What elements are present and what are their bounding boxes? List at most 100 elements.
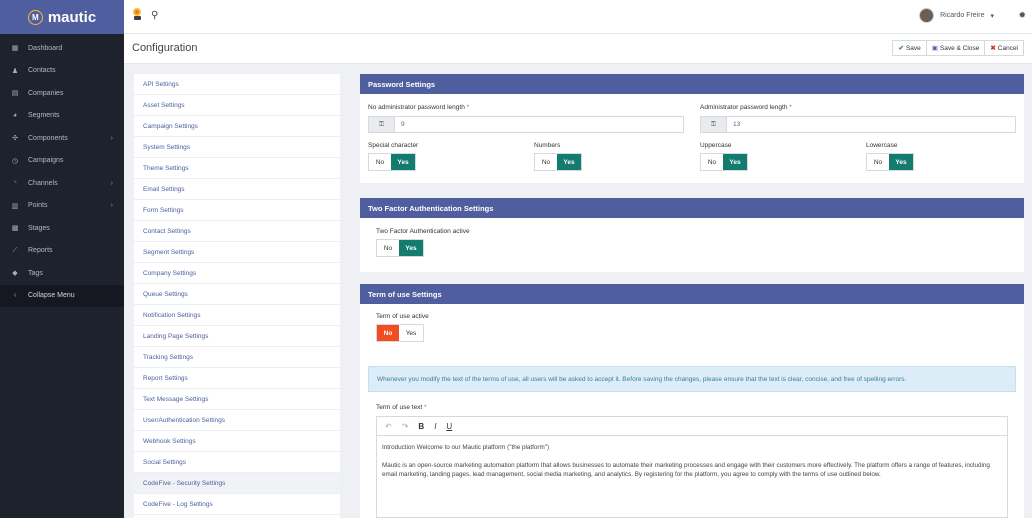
undo-icon[interactable]: ↶ [385,422,392,431]
italic-button[interactable]: I [434,422,436,431]
toggle-no[interactable]: No [535,154,557,170]
settings-list-item[interactable]: Report Settings [134,368,340,389]
settings-list-item[interactable]: Asset Settings [134,95,340,116]
topbar: ⚲ Ricardo Freire ▾ ✹ [124,0,1032,34]
key-icon: ⚿ [369,117,395,132]
save-close-button[interactable]: ▣ Save & Close [925,40,986,56]
settings-list-item[interactable]: Queue Settings [134,284,340,305]
settings-list-item[interactable]: Landing Page Settings [134,326,340,347]
two-factor-toggle[interactable]: No Yes [376,239,424,257]
settings-list-item[interactable]: CodeFive - Security Settings [134,473,340,494]
brand-name: mautic [47,8,97,26]
no-admin-length-label: No administrator password length * [368,104,469,111]
save-close-label: Save & Close [939,44,980,52]
settings-list-item[interactable]: API Settings [134,74,340,95]
settings-list-item[interactable]: Webhook Settings [134,431,340,452]
check-icon: ✔ [898,45,904,52]
close-icon: ✖ [990,45,996,52]
save-button[interactable]: ✔ Save [892,40,927,56]
user-icon: ♟ [11,67,19,75]
toggle-no[interactable]: No [369,154,391,170]
toggle-no[interactable]: No [701,154,723,170]
toggle-yes[interactable]: Yes [399,240,423,256]
settings-list-item[interactable]: User/Authentication Settings [134,410,340,431]
notification-bell-icon[interactable] [133,8,143,20]
settings-list-item[interactable]: Contact Settings [134,221,340,242]
settings-list-item[interactable]: Segment Settings [134,242,340,263]
sidebar-item-label: Dashboard [28,44,63,52]
toggle-yes[interactable]: Yes [399,325,423,341]
terms-heading: Term of use Settings [360,284,1024,304]
terms-active-label: Term of use active [376,313,429,320]
password-toggle-label: Uppercase [700,142,732,149]
settings-list-item[interactable]: CodeFive - Log Settings [134,494,340,515]
password-settings-heading: Password Settings [360,74,1024,94]
tag-icon: ◆ [12,270,18,278]
sidebar-item-stages[interactable]: ▩ Stages [0,217,124,240]
chevron-right-icon: › [110,179,113,187]
settings-list-item[interactable]: Social Settings [134,452,340,473]
sidebar-item-components[interactable]: ✣ Components › [0,127,124,150]
underline-button[interactable]: U [446,422,452,431]
password-toggle[interactable]: No Yes [700,153,748,171]
settings-list-item[interactable]: Theme Settings [134,158,340,179]
settings-list-item[interactable]: Notification Settings [134,305,340,326]
terms-toggle[interactable]: No Yes [376,324,424,342]
search-icon[interactable]: ⚲ [151,10,158,21]
toggle-yes[interactable]: Yes [889,154,913,170]
password-toggle-label: Special character [368,142,419,149]
sidebar-item-segments[interactable]: ◕ Segments [0,105,124,128]
sidebar-item-reports[interactable]: ⟋ Reports [0,240,124,263]
toggle-yes[interactable]: Yes [557,154,581,170]
settings-list-item[interactable]: Email Settings [134,179,340,200]
sidebar-item-contacts[interactable]: ♟ Contacts [0,60,124,83]
toggle-yes[interactable]: Yes [391,154,415,170]
sidebar-item-campaigns[interactable]: ◷ Campaigns [0,150,124,173]
sidebar-item-label: Reports [28,247,53,255]
user-menu[interactable]: Ricardo Freire ▾ [919,8,994,23]
sidebar-nav: ▦ Dashboard ♟ Contacts ▤ Companies ◕ Segments ✣ C… [0,37,124,307]
brand-logo[interactable]: M mautic [0,0,124,34]
sidebar-item-dashboard[interactable]: ▦ Dashboard [0,37,124,60]
sidebar-item-collapse-menu[interactable]: ‹ Collapse Menu [0,284,124,307]
cancel-button[interactable]: ✖ Cancel [984,40,1024,56]
sidebar-item-channels[interactable]: ◝ Channels › [0,172,124,195]
toggle-no[interactable]: No [377,240,399,256]
sidebar-item-label: Contacts [28,67,56,75]
toggle-no[interactable]: No [867,154,889,170]
password-toggle[interactable]: No Yes [866,153,914,171]
required-mark: * [424,404,427,411]
sidebar-item-label: Segments [28,112,60,120]
password-toggle[interactable]: No Yes [368,153,416,171]
no-admin-length-field[interactable]: ⚿ 9 [368,116,684,133]
settings-list-item[interactable]: Tracking Settings [134,347,340,368]
redo-icon[interactable]: ↷ [402,422,409,431]
settings-list-item[interactable]: Company Settings [134,263,340,284]
cancel-label: Cancel [997,44,1018,52]
toggle-yes[interactable]: Yes [723,154,747,170]
chevron-right-icon: › [110,134,113,142]
rss-icon: ◝ [13,180,17,188]
admin-length-text: Administrator password length [700,104,788,111]
sidebar-item-tags[interactable]: ◆ Tags [0,262,124,285]
key-icon: ⚿ [701,117,727,132]
gear-icon[interactable]: ✹ [1018,10,1026,21]
terms-text-editor: ↶ ↷ B I U Introduction Welcome to our Ma… [376,416,1008,518]
sidebar-item-points[interactable]: ▥ Points › [0,195,124,218]
avatar [919,8,935,23]
admin-length-field[interactable]: ⚿ 13 [700,116,1016,133]
editor-content[interactable]: Introduction Welcome to our Mautic platf… [377,436,1007,495]
bold-button[interactable]: B [418,422,424,431]
settings-list-item[interactable]: Campaign Settings [134,116,340,137]
sidebar-item-label: Campaigns [28,157,64,165]
two-factor-active-label: Two Factor Authentication active [376,228,470,235]
settings-list-item[interactable]: Form Settings [134,200,340,221]
terms-text-label: Term of use text * [376,404,427,411]
page-title: Configuration [132,42,198,54]
settings-list-item[interactable]: System Settings [134,137,340,158]
toggle-no[interactable]: No [377,325,399,341]
terms-paragraph-2: Mautic is an open-source marketing autom… [382,462,990,478]
settings-list-item[interactable]: Text Message Settings [134,389,340,410]
password-toggle[interactable]: No Yes [534,153,582,171]
sidebar-item-companies[interactable]: ▤ Companies [0,82,124,105]
